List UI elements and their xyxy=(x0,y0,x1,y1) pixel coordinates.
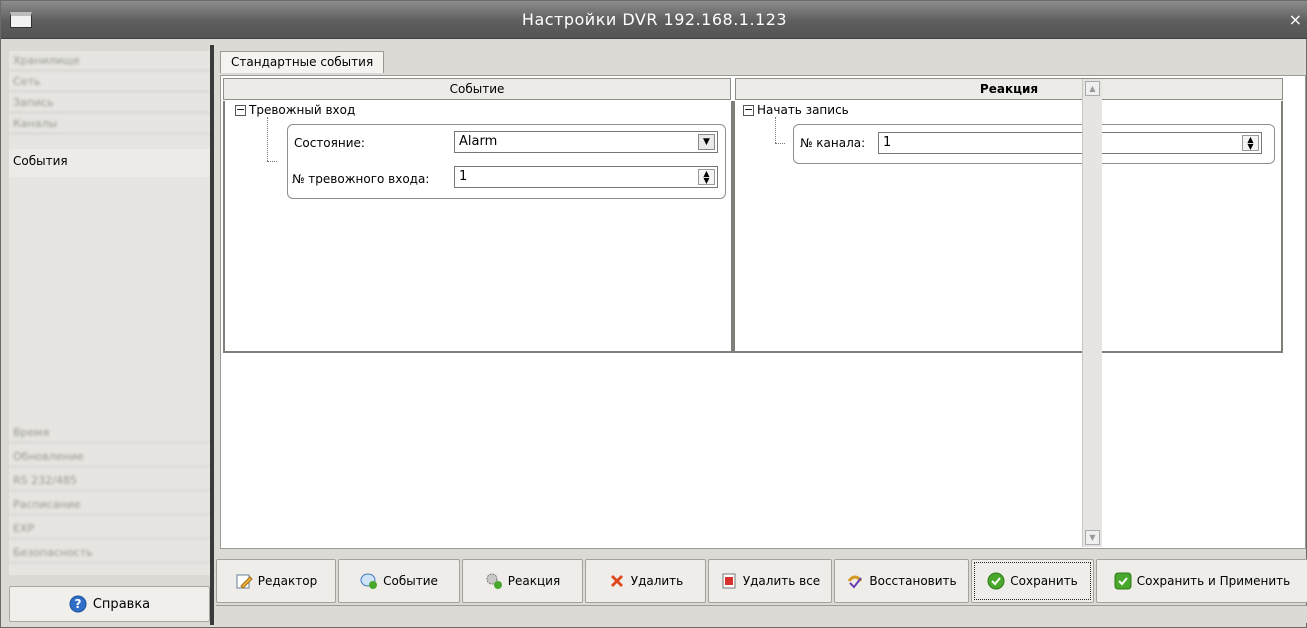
vertical-scrollbar[interactable]: ▲ ▼ xyxy=(1082,79,1102,547)
alarm-input-spinbox[interactable]: 1 ▲ ▼ xyxy=(454,166,718,188)
chevron-down-icon[interactable]: ▼ xyxy=(698,134,715,150)
spin-arrows-icon[interactable]: ▲ ▼ xyxy=(698,169,715,185)
tab-strip: Стандартные события xyxy=(216,51,1307,73)
sidebar-item-channels[interactable]: Каналы xyxy=(9,114,210,134)
sidebar-divider xyxy=(210,45,214,625)
sidebar-item-update[interactable]: Обновление xyxy=(9,447,210,467)
events-table: Событие Реакция − Тревожный вход Состоян… xyxy=(220,75,1306,549)
scroll-down-icon[interactable]: ▼ xyxy=(1085,530,1100,545)
sidebar-item-exp[interactable]: EXP xyxy=(9,519,210,539)
tree-node-label: Начать запись xyxy=(757,103,849,117)
edit-icon xyxy=(236,574,253,589)
sidebar-item-record[interactable]: Запись xyxy=(9,93,210,113)
editor-button[interactable]: Редактор xyxy=(216,559,336,603)
tab-standard-events[interactable]: Стандартные события xyxy=(220,51,385,73)
save-icon xyxy=(987,572,1005,590)
column-header-event[interactable]: Событие xyxy=(223,78,731,100)
help-icon: ? xyxy=(69,595,87,613)
sidebar-item-rs232[interactable]: RS 232/485 xyxy=(9,471,210,491)
restore-label: Восстановить xyxy=(869,574,957,588)
state-value: Alarm xyxy=(459,134,498,149)
channel-value: 1 xyxy=(883,135,892,150)
help-button[interactable]: ? Справка xyxy=(9,586,210,622)
delete-button[interactable]: Удалить xyxy=(585,559,706,603)
collapse-icon[interactable]: − xyxy=(743,104,754,116)
sidebar: Хранилище Сеть Запись Каналы События Вре… xyxy=(9,51,210,575)
sidebar-item-events[interactable]: События xyxy=(9,149,210,177)
restore-button[interactable]: Восстановить xyxy=(834,559,969,603)
tree-line xyxy=(267,161,277,162)
tree-line xyxy=(267,117,268,161)
close-icon[interactable]: × xyxy=(1289,10,1302,29)
reaction-button[interactable]: Реакция xyxy=(462,559,583,603)
delete-all-icon xyxy=(722,573,736,589)
scroll-up-icon[interactable]: ▲ xyxy=(1085,81,1100,96)
tree-node-alarm-input[interactable]: − Тревожный вход xyxy=(235,103,355,117)
channel-spinbox[interactable]: 1 ▲ ▼ xyxy=(878,132,1262,154)
window-title: Настройки DVR 192.168.1.123 xyxy=(521,10,788,29)
event-pane: − Тревожный вход Состояние: Alarm ▼ № тр… xyxy=(223,101,733,353)
delete-all-label: Удалить все xyxy=(742,574,821,588)
save-button[interactable]: Сохранить xyxy=(971,559,1094,603)
reaction-params-group: № канала: 1 ▲ ▼ xyxy=(793,124,1275,164)
restore-icon xyxy=(848,575,863,589)
state-label: Состояние: xyxy=(294,136,365,150)
event-params-group: Состояние: Alarm ▼ № тревожного входа: 1… xyxy=(287,124,726,199)
sidebar-item-storage[interactable]: Хранилище xyxy=(9,51,210,71)
reaction-icon xyxy=(486,573,502,589)
channel-label: № канала: xyxy=(800,136,866,150)
delete-icon xyxy=(610,575,623,587)
reaction-label: Реакция xyxy=(507,574,561,588)
title-bar[interactable]: Настройки DVR 192.168.1.123 × xyxy=(1,1,1307,39)
state-select[interactable]: Alarm ▼ xyxy=(454,131,718,153)
save-apply-button[interactable]: Сохранить и Применить xyxy=(1096,559,1307,603)
alarm-input-value: 1 xyxy=(459,169,468,184)
sidebar-item-schedule[interactable]: Расписание xyxy=(9,495,210,515)
tree-line xyxy=(775,117,776,143)
save-apply-label: Сохранить и Применить xyxy=(1136,574,1291,588)
status-strip xyxy=(216,605,1307,623)
svg-text:?: ? xyxy=(74,597,81,611)
help-label: Справка xyxy=(92,596,151,612)
spin-arrows-icon[interactable]: ▲ ▼ xyxy=(1242,135,1259,151)
editor-label: Редактор xyxy=(257,574,318,588)
tree-line xyxy=(775,143,785,144)
event-label: Событие xyxy=(383,574,438,588)
collapse-icon[interactable]: − xyxy=(235,104,246,116)
save-apply-icon xyxy=(1114,572,1132,590)
column-header-reaction[interactable]: Реакция xyxy=(735,78,1283,100)
sidebar-item-security[interactable]: Безопасность xyxy=(9,543,210,563)
event-icon xyxy=(360,573,378,589)
sidebar-item-network[interactable]: Сеть xyxy=(9,72,210,92)
alarm-input-label: № тревожного входа: xyxy=(292,172,430,186)
delete-label: Удалить xyxy=(630,574,684,588)
tree-node-start-record[interactable]: − Начать запись xyxy=(743,103,849,117)
save-label: Сохранить xyxy=(1010,574,1078,588)
tree-node-label: Тревожный вход xyxy=(249,103,356,117)
delete-all-button[interactable]: Удалить все xyxy=(708,559,832,603)
event-button[interactable]: Событие xyxy=(338,559,460,603)
settings-window: Настройки DVR 192.168.1.123 × Хранилище … xyxy=(0,0,1307,628)
sidebar-item-time[interactable]: Время xyxy=(9,423,210,443)
bottom-toolbar: Редактор Событие Реакция Удалить Удалить… xyxy=(216,559,1307,603)
reaction-pane: − Начать запись № канала: 1 ▲ ▼ xyxy=(733,101,1283,353)
